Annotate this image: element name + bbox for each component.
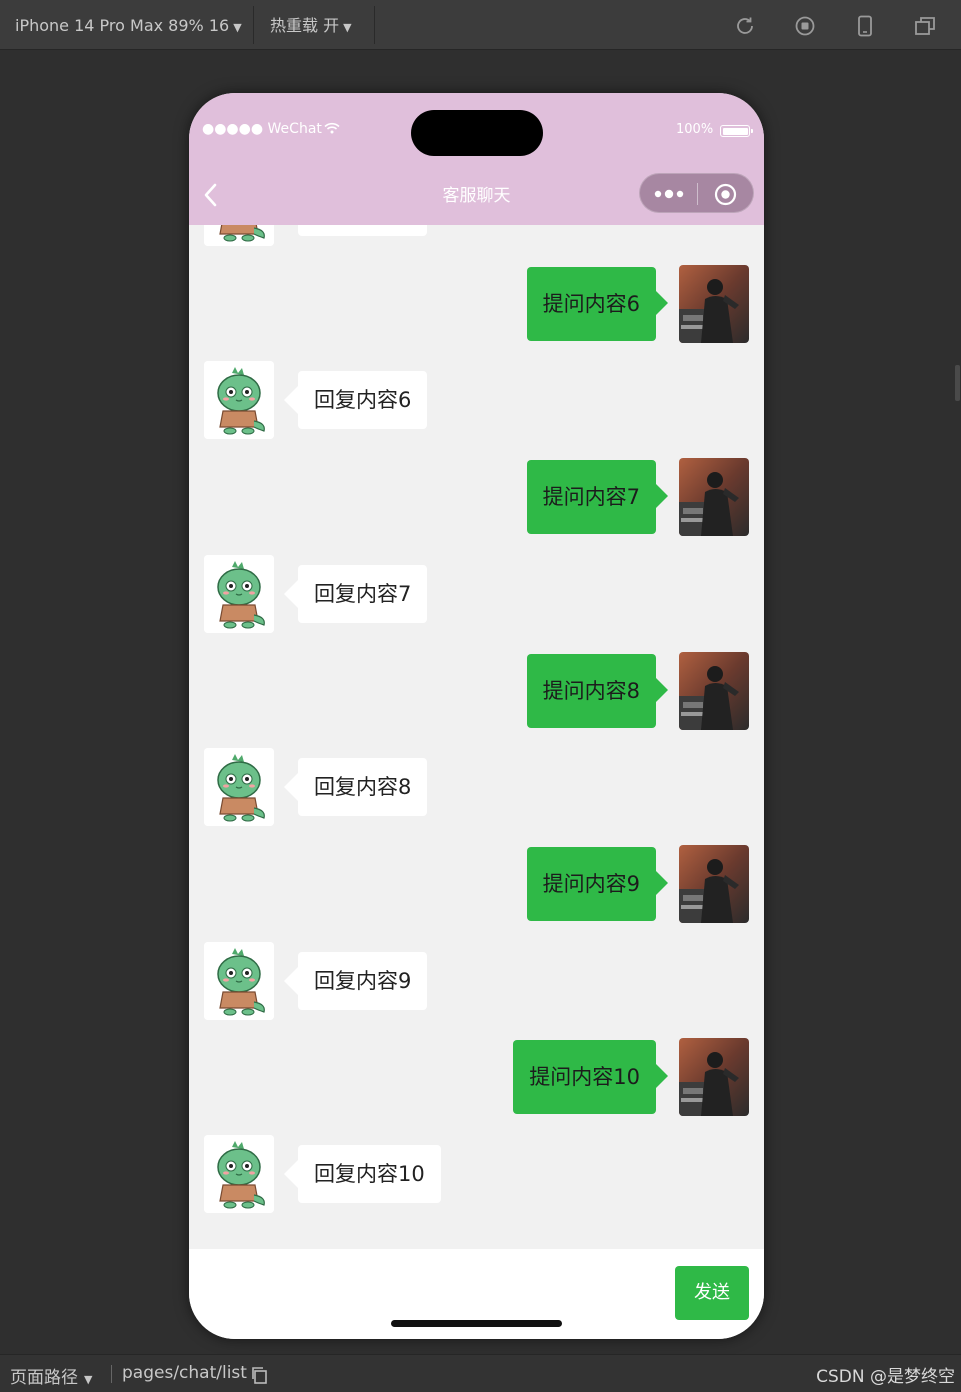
capsule-divider <box>697 183 698 205</box>
navigation-bar: 客服聊天 <box>189 165 764 225</box>
carrier-text: ●●●●● WeChat <box>202 121 322 137</box>
chevron-down-icon: ▼ <box>343 21 352 34</box>
reply-message: 回复内容6 <box>189 361 764 441</box>
scrollbar-handle[interactable] <box>955 365 960 401</box>
page-path-value: pages/chat/list <box>122 1363 247 1383</box>
reply-bubble[interactable]: 回复内容9 <box>283 952 428 1010</box>
reply-message: 回复内容8 <box>189 748 764 828</box>
statusbar-divider <box>111 1365 112 1383</box>
watermark: CSDN @是梦终空 <box>816 1367 955 1387</box>
home-indicator <box>391 1320 562 1327</box>
reply-message: 回复内容7 <box>189 555 764 635</box>
phone-device-icon[interactable] <box>854 15 876 37</box>
devtools-statusbar: 页面路径 ▼ pages/chat/list CSDN @是梦终空 <box>0 1354 961 1392</box>
device-select-label: iPhone 14 Pro Max 89% 16 <box>15 16 230 35</box>
device-select[interactable]: iPhone 14 Pro Max 89% 16 ▼ <box>15 0 242 50</box>
question-bubble[interactable]: 提问内容9 <box>526 847 669 921</box>
question-message: 提问内容10 <box>189 1038 764 1118</box>
user-avatar[interactable] <box>679 1038 749 1116</box>
input-bar: 发送 <box>189 1249 764 1339</box>
chevron-down-icon: ▼ <box>84 1373 93 1386</box>
new-window-icon[interactable] <box>914 15 936 37</box>
chat-message-list[interactable]: 回复内容5 提问内容6 回复内容6 提问内容7 <box>189 225 764 1249</box>
service-avatar[interactable] <box>204 748 274 826</box>
question-bubble[interactable]: 提问内容7 <box>526 460 669 534</box>
reply-message: 回复内容9 <box>189 942 764 1022</box>
service-avatar[interactable] <box>204 225 274 246</box>
user-avatar[interactable] <box>679 652 749 730</box>
hot-reload-label: 热重载 开 <box>270 16 340 35</box>
toolbar-divider <box>253 6 254 44</box>
chevron-down-icon: ▼ <box>233 21 242 34</box>
battery-percent: 100% <box>676 122 714 137</box>
reply-message: 回复内容5 <box>189 225 764 248</box>
service-avatar[interactable] <box>204 1135 274 1213</box>
user-avatar[interactable] <box>679 265 749 343</box>
page-path-label: 页面路径 <box>10 1368 78 1388</box>
battery-icon <box>720 125 753 137</box>
reply-bubble[interactable]: 回复内容10 <box>284 1145 441 1203</box>
question-message: 提问内容8 <box>189 652 764 732</box>
user-avatar[interactable] <box>679 458 749 536</box>
carrier-label: ●●●●● WeChat <box>202 121 340 137</box>
reply-message: 回复内容10 <box>189 1135 764 1215</box>
close-miniprogram-icon[interactable] <box>714 183 737 206</box>
dynamic-island <box>411 110 543 156</box>
service-avatar[interactable] <box>204 361 274 439</box>
miniprogram-capsule <box>639 173 754 213</box>
copy-icon[interactable] <box>250 1366 268 1385</box>
user-avatar[interactable] <box>679 845 749 923</box>
question-bubble[interactable]: 提问内容10 <box>513 1040 668 1114</box>
reply-bubble[interactable]: 回复内容6 <box>283 371 428 429</box>
question-message: 提问内容9 <box>189 845 764 925</box>
reply-bubble[interactable]: 回复内容5 <box>298 225 428 236</box>
question-message: 提问内容7 <box>189 458 764 538</box>
hot-reload-select[interactable]: 热重载 开 ▼ <box>270 0 352 50</box>
reply-bubble[interactable]: 回复内容7 <box>283 565 428 623</box>
service-avatar[interactable] <box>204 942 274 1020</box>
question-bubble[interactable]: 提问内容6 <box>526 267 669 341</box>
toolbar-divider <box>374 6 375 44</box>
page-path-select[interactable]: 页面路径 ▼ <box>10 1363 92 1388</box>
reply-bubble[interactable]: 回复内容8 <box>283 758 428 816</box>
question-bubble[interactable]: 提问内容8 <box>526 654 669 728</box>
status-bar: ●●●●● WeChat 100% <box>189 93 764 165</box>
phone-simulator: ●●●●● WeChat 100% 客服聊天 提问内容6 回复内容6 提问内容7… <box>189 93 764 1339</box>
service-avatar[interactable] <box>204 555 274 633</box>
question-message: 提问内容6 <box>189 265 764 345</box>
stop-record-icon[interactable] <box>794 15 816 37</box>
wifi-icon <box>324 122 340 134</box>
compile-refresh-icon[interactable] <box>734 15 756 37</box>
send-button[interactable]: 发送 <box>675 1266 749 1320</box>
more-dots-icon[interactable] <box>653 187 685 201</box>
devtools-toolbar: iPhone 14 Pro Max 89% 16 ▼ 热重载 开 ▼ <box>0 0 961 50</box>
